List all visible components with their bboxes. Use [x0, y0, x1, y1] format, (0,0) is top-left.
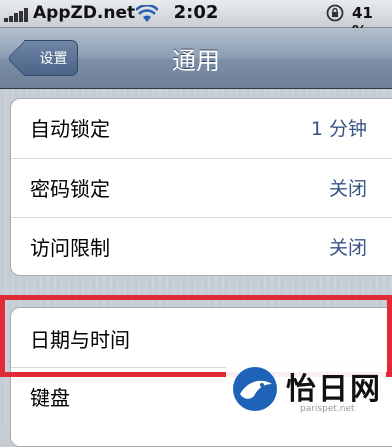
row-value: 关闭 [328, 178, 367, 200]
watermark-text: 怡日网 [286, 372, 382, 407]
row-label: 自动锁定 [30, 117, 110, 141]
row-auto-lock[interactable]: 自动锁定 1 分钟 [11, 99, 392, 159]
row-value: 1 分钟 [310, 118, 367, 140]
row-restrictions[interactable]: 访问限制 关闭 [11, 218, 392, 275]
watermark: 怡日网 parispet.net [226, 360, 386, 422]
row-label: 访问限制 [30, 236, 110, 260]
navigation-bar: 设置 通用 [0, 28, 392, 89]
settings-group-security: 自动锁定 1 分钟 密码锁定 关闭 访问限制 关闭 [10, 98, 392, 276]
row-label: 密码锁定 [30, 177, 110, 201]
rotation-lock-icon [326, 4, 344, 22]
row-passcode-lock[interactable]: 密码锁定 关闭 [11, 159, 392, 218]
watermark-subtext: parispet.net [300, 404, 355, 414]
watermark-logo-icon [233, 367, 277, 411]
row-value: 关闭 [328, 237, 367, 259]
row-label: 键盘 [30, 386, 70, 410]
back-button[interactable]: 设置 [24, 40, 78, 76]
status-bar: AppZD.net 2:02 41 % [0, 0, 392, 40]
